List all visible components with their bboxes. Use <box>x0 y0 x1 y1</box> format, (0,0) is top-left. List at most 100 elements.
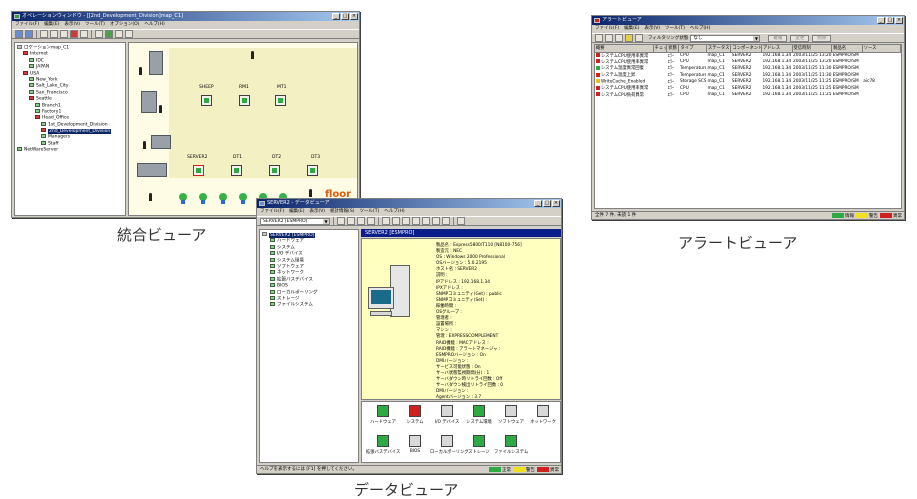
maximize-button[interactable]: □ <box>543 200 551 207</box>
search-icon[interactable] <box>625 34 633 42</box>
find-icon[interactable] <box>95 30 103 38</box>
column-header[interactable]: 製品名 <box>831 45 863 53</box>
alert-row[interactable]: システム温度異常回復 ｴﾗｰ Temperature map_C1 SERVER2 192… <box>595 65 901 72</box>
tree-node[interactable]: ファイルシステム <box>262 302 356 308</box>
forward-icon[interactable] <box>25 30 33 38</box>
alert-row[interactable]: システムCPU使用率異常 ｴﾗｰ CPU map_C1 SERVER2 192.168.1… <box>595 52 901 59</box>
column-header[interactable]: タイプ <box>678 45 707 53</box>
menu-item[interactable]: ヘルプ(H) <box>144 21 164 29</box>
menu-item[interactable]: ツール(T) <box>85 21 105 29</box>
menu-item[interactable]: 編集(E) <box>44 21 59 29</box>
alert-row[interactable]: WriteCache_Enabled ｴﾗｰ Storage SCSI...map_… <box>595 78 901 85</box>
category-icon[interactable]: ローカルポーリング <box>430 435 469 455</box>
maximize-button[interactable]: □ <box>341 13 349 20</box>
help-icon[interactable] <box>635 34 643 42</box>
map-icon[interactable] <box>105 30 113 38</box>
menu-item[interactable]: ファイル(F) <box>260 208 284 216</box>
network-icon[interactable] <box>392 217 400 225</box>
integrated-viewer-titlebar[interactable]: オペレーションウィンドウ - [[2nd_Development_Divisio… <box>12 12 359 21</box>
menu-item[interactable]: ツール(T) <box>359 208 379 216</box>
close-doc-icon[interactable] <box>615 34 623 42</box>
category-icon[interactable]: 拡張バスデバイス <box>366 435 400 455</box>
copy-icon[interactable] <box>50 30 58 38</box>
menu-item[interactable]: 表示(V) <box>644 25 660 33</box>
alert-row[interactable]: システム温度上昇 ｴﾗｰ Temperature map_C1 SERVER2 192.1… <box>595 72 901 79</box>
column-header[interactable]: 概要 <box>595 45 654 53</box>
minimize-button[interactable]: _ <box>534 200 542 207</box>
node-server2[interactable] <box>193 165 204 176</box>
chart-icon[interactable] <box>367 217 375 225</box>
column-header[interactable]: ステータス <box>706 45 732 53</box>
data-viewer-titlebar[interactable]: SERVER2 - データビューア _ □ × <box>257 199 561 208</box>
window-icon[interactable] <box>432 217 440 225</box>
category-icon[interactable]: BIOS <box>398 435 432 454</box>
category-icon[interactable]: システム環境 <box>462 405 496 425</box>
back-icon[interactable] <box>337 217 345 225</box>
menu-item[interactable]: ファイル(F) <box>595 25 619 33</box>
category-icon[interactable]: ハードウェア <box>366 405 400 425</box>
close-button[interactable]: × <box>895 17 903 24</box>
filter-label: フィルタリング状態 <box>648 36 689 41</box>
alert-row[interactable]: システムCPU使用率異常 ｴﾗｰ CPU map_C1 SERVER2 192.168.1… <box>595 85 901 92</box>
filter-select[interactable]: なし ▼ <box>690 34 761 42</box>
close-button[interactable]: × <box>552 200 560 207</box>
delete-icon[interactable] <box>70 30 78 38</box>
column-header[interactable]: ソース <box>862 45 901 53</box>
node-dt1[interactable] <box>231 165 242 176</box>
help-icon[interactable] <box>125 30 133 38</box>
category-icon[interactable]: システム <box>398 405 432 425</box>
column-header[interactable]: 受信時刻 <box>792 45 833 53</box>
node-mt1[interactable] <box>275 95 286 106</box>
back-icon[interactable] <box>15 30 23 38</box>
menu-item[interactable]: 編集(E) <box>289 208 304 216</box>
forward-icon[interactable] <box>347 217 355 225</box>
alert-row[interactable]: システムCPU負荷異常 ｴﾗｰ CPU map_C1 SERVER2 192.168.1.… <box>595 92 901 99</box>
node-sheep[interactable] <box>201 95 212 106</box>
tile-icon[interactable] <box>422 217 430 225</box>
menu-item[interactable]: 表示(V) <box>309 208 325 216</box>
menu-item[interactable]: ヘルプ(H) <box>690 25 710 33</box>
maximize-button[interactable]: □ <box>886 17 894 24</box>
menu-item[interactable]: 編集(E) <box>624 25 639 33</box>
search-icon[interactable] <box>382 217 390 225</box>
statistics-icon[interactable] <box>402 217 410 225</box>
layout-icon[interactable] <box>115 30 123 38</box>
refresh-icon[interactable] <box>357 217 365 225</box>
tree-node[interactable]: NetWareServer <box>17 147 123 153</box>
category-icon[interactable]: I/O デバイス <box>430 405 464 425</box>
node-dt3[interactable] <box>307 165 318 176</box>
delete-icon[interactable] <box>595 34 603 42</box>
column-header[interactable]: アドレス <box>761 45 793 53</box>
panel-icon[interactable] <box>442 217 450 225</box>
minimize-button[interactable]: _ <box>877 17 885 24</box>
alert-viewer-titlebar[interactable]: アラートビューア _ □ × <box>592 16 904 25</box>
category-icon[interactable]: ストレージ <box>462 435 496 455</box>
alert-action-button[interactable]: 削除 <box>812 34 832 42</box>
menu-item[interactable]: ファイル(F) <box>15 21 39 29</box>
column-header[interactable]: 状態 <box>666 45 680 53</box>
category-icon[interactable]: ネットワーク <box>526 405 560 425</box>
menu-item[interactable]: オプション(O) <box>110 21 140 29</box>
category-icon[interactable]: ファイルシステム <box>494 435 528 455</box>
node-rm1[interactable] <box>239 95 250 106</box>
close-button[interactable]: × <box>350 13 358 20</box>
category-icon[interactable]: ソフトウェア <box>494 405 528 425</box>
column-header[interactable]: チェック <box>653 45 668 53</box>
save-icon[interactable] <box>605 34 613 42</box>
menu-item[interactable]: ヘルプ(H) <box>384 208 404 216</box>
menu-item[interactable]: 統計情報(S) <box>330 208 354 216</box>
server-select[interactable]: SERVER2 [ESMPRO] ▼ <box>260 217 330 225</box>
alert-action-button[interactable]: 変更 <box>790 34 810 42</box>
menu-item[interactable]: ツール(T) <box>665 25 685 33</box>
alert-action-button[interactable]: 確報 <box>768 34 788 42</box>
paste-icon[interactable] <box>60 30 68 38</box>
alert-row[interactable]: システムCPU使用率異常 ｴﾗｰ CPU map_C1 SERVER2 192.168.1… <box>595 59 901 66</box>
column-header[interactable]: コンポーネント <box>730 45 762 53</box>
cut-icon[interactable] <box>40 30 48 38</box>
node-dt2[interactable] <box>269 165 280 176</box>
properties-icon[interactable] <box>80 30 88 38</box>
list-icon[interactable] <box>412 217 420 225</box>
help-icon[interactable] <box>457 217 465 225</box>
menu-item[interactable]: 表示(V) <box>64 21 80 29</box>
minimize-button[interactable]: _ <box>332 13 340 20</box>
